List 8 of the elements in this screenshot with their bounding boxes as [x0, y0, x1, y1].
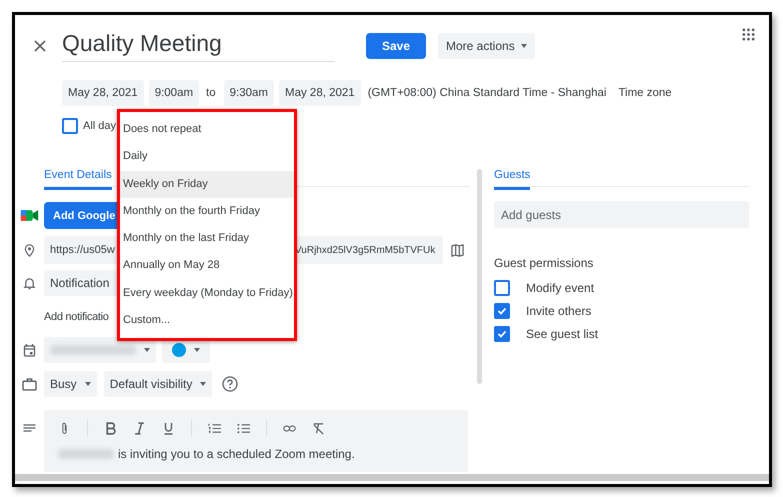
to-label: to	[206, 87, 216, 99]
permission-label: Invite others	[526, 304, 592, 318]
guest-permissions-heading: Guest permissions	[494, 256, 594, 270]
timezone-value: (GMT+08:00) China Standard Time - Shanghai	[368, 87, 606, 99]
permission-label: Modify event	[526, 280, 594, 294]
permission-label: See guest list	[526, 326, 598, 340]
description-text: is inviting you to a scheduled Zoom meeting.	[118, 447, 355, 461]
all-day-label: All day	[83, 120, 116, 132]
